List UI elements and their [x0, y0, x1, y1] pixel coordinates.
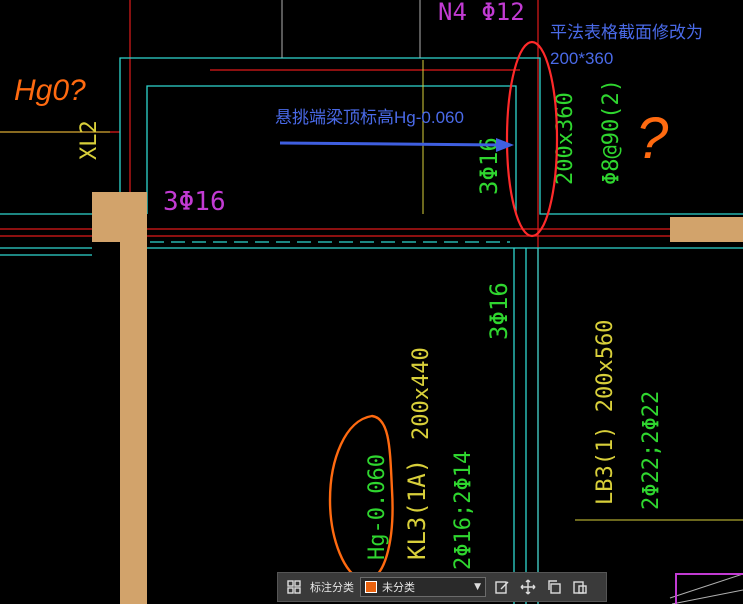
hg-circled-label: Hg-0.060 [365, 454, 390, 560]
kl3-name-label: KL3(1A) [403, 459, 431, 560]
annotation-toolbar: 标注分类 未分类 ▼ [277, 572, 607, 602]
category-value: 未分类 [382, 581, 415, 594]
paste-icon[interactable] [570, 577, 590, 597]
category-select[interactable]: 未分类 ▼ [360, 577, 486, 597]
stirrup-label: Φ8@90(2) [599, 79, 624, 185]
red-markup-circle [505, 40, 559, 238]
magenta-outline [675, 573, 743, 604]
edit-icon[interactable] [492, 577, 512, 597]
arrow-note: 悬挑端梁顶标高Hg-0.060 [275, 108, 464, 127]
bottom-rebar-left-label: 3Φ16 [163, 187, 226, 217]
move-icon[interactable] [518, 577, 538, 597]
handwriting-left: Hg0? [14, 74, 86, 107]
lb3-name-label: LB3(1) 200x560 [593, 320, 618, 505]
markup-note-top: 平法表格截面修改为 [550, 23, 703, 42]
kl3-size-label: 200x440 [409, 347, 434, 440]
mid-rebar-label: 3Φ16 [485, 282, 513, 340]
category-label: 标注分类 [310, 581, 354, 594]
yellow-lines [0, 60, 743, 521]
chevron-down-icon: ▼ [474, 582, 481, 592]
lb3-rebar-label: 2Φ22;2Φ22 [639, 391, 664, 510]
top-fragment-label: N4 Φ12 [438, 0, 525, 26]
copy-icon[interactable] [544, 577, 564, 597]
grid-icon[interactable] [284, 577, 304, 597]
kl3-rebar-label: 2Φ16;2Φ14 [451, 451, 476, 570]
xl2-label: XL2 [77, 120, 102, 160]
cad-drawing-canvas[interactable]: N4 Φ12 XL2 3Φ16 3Φ16 200x360 Φ8@90(2) 3Φ… [0, 0, 743, 604]
question-mark: ? [636, 106, 669, 171]
category-color-swatch [365, 581, 377, 593]
markup-note-top2: 200*360 [550, 49, 613, 68]
